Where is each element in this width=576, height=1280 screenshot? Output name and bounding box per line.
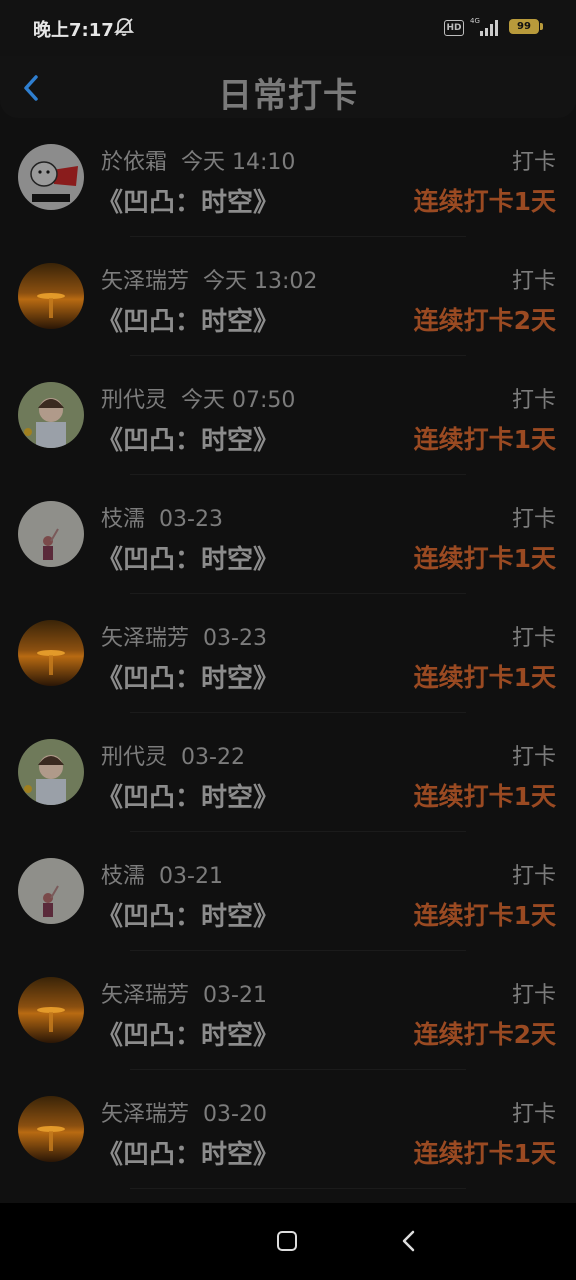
user-line: 刑代灵 03-22: [101, 739, 245, 771]
checkin-action-label: 打卡: [511, 1102, 556, 1127]
book-title: 《凹凸：时空》: [97, 783, 280, 813]
user-name[interactable]: 枝濡: [101, 507, 145, 532]
user-name[interactable]: 刑代灵: [101, 745, 167, 770]
list-item[interactable]: 刑代灵 03-22 《凹凸：时空》 打卡连续打卡1天: [0, 713, 576, 832]
avatar[interactable]: [18, 382, 84, 448]
home-button[interactable]: [277, 1231, 297, 1251]
checkin-time: 今天 14:10: [181, 150, 296, 175]
avatar[interactable]: [18, 501, 84, 567]
battery-tip: [540, 23, 543, 30]
user-line: 刑代灵 今天 07:50: [101, 382, 295, 414]
list-item[interactable]: 矢泽瑞芳 03-21 《凹凸：时空》 打卡连续打卡2天: [0, 951, 576, 1070]
list-item[interactable]: 枝濡 03-23 《凹凸：时空》 打卡连续打卡1天: [0, 475, 576, 594]
page-title: 日常打卡: [218, 76, 358, 116]
hd-icon: HD: [444, 20, 464, 36]
checkin-action-label: 打卡: [511, 626, 556, 651]
checkin-time: 03-23: [203, 626, 267, 651]
user-line: 矢泽瑞芳 03-21: [101, 977, 267, 1009]
book-title: 《凹凸：时空》: [97, 426, 280, 456]
status-time: 晚上7:17: [33, 20, 114, 41]
checkin-action-label: 打卡: [511, 745, 556, 770]
user-line: 於依霜 今天 14:10: [101, 144, 295, 176]
streak-label: 连续打卡1天: [413, 1139, 556, 1168]
system-nav-bar: [0, 1203, 576, 1280]
checkin-time: 03-21: [159, 864, 223, 889]
status-bar: 晚上7:17 HD 4G 99: [0, 0, 576, 56]
list-item[interactable]: 矢泽瑞芳 03-20 《凹凸：时空》 打卡连续打卡1天: [0, 1070, 576, 1189]
checkin-time: 03-23: [159, 507, 223, 532]
book-title: 《凹凸：时空》: [97, 545, 280, 575]
checkin-action-label: 打卡: [511, 864, 556, 889]
avatar[interactable]: [18, 739, 84, 805]
user-line: 矢泽瑞芳 03-23: [101, 620, 267, 652]
book-title: 《凹凸：时空》: [97, 1140, 280, 1170]
list-item[interactable]: 矢泽瑞芳 今天 13:02 《凹凸：时空》 打卡连续打卡2天: [0, 237, 576, 356]
avatar[interactable]: [18, 977, 84, 1043]
avatar[interactable]: [18, 620, 84, 686]
bell-muted-icon: [113, 18, 135, 36]
streak-label: 连续打卡1天: [413, 663, 556, 692]
checkin-time: 03-21: [203, 983, 267, 1008]
user-name[interactable]: 矢泽瑞芳: [101, 269, 189, 294]
checkin-action-label: 打卡: [511, 150, 556, 175]
book-title: 《凹凸：时空》: [97, 188, 280, 218]
book-title: 《凹凸：时空》: [97, 307, 280, 337]
system-back-icon[interactable]: [398, 1229, 420, 1253]
checkin-time: 03-20: [203, 1102, 267, 1127]
checkin-time: 今天 13:02: [203, 269, 318, 294]
list-item[interactable]: 於依霜 今天 14:10 《凹凸：时空》 打卡连续打卡1天: [0, 118, 576, 237]
user-name[interactable]: 矢泽瑞芳: [101, 983, 189, 1008]
user-name[interactable]: 刑代灵: [101, 388, 167, 413]
header: 日常打卡: [0, 56, 576, 118]
checkin-action-label: 打卡: [511, 269, 556, 294]
user-line: 枝濡 03-21: [101, 858, 223, 890]
checkin-action-label: 打卡: [511, 983, 556, 1008]
checkin-action-label: 打卡: [511, 388, 556, 413]
user-name[interactable]: 於依霜: [101, 150, 167, 175]
user-line: 矢泽瑞芳 今天 13:02: [101, 263, 317, 295]
battery-icon: 99: [509, 19, 539, 34]
checkin-list: 於依霜 今天 14:10 《凹凸：时空》 打卡 连续打卡1天 矢泽瑞芳 今天 13:02 《凹…: [0, 118, 576, 1189]
user-line: 矢泽瑞芳 03-20: [101, 1096, 267, 1128]
list-item[interactable]: 枝濡 03-21 《凹凸：时空》 打卡连续打卡1天: [0, 832, 576, 951]
book-title: 《凹凸：时空》: [97, 1021, 280, 1051]
network-label: 4G: [470, 17, 480, 25]
divider: [130, 1188, 466, 1189]
avatar[interactable]: [18, 1096, 84, 1162]
streak-label: 连续打卡1天: [413, 782, 556, 811]
streak-label: 连续打卡1天: [413, 187, 556, 216]
list-item[interactable]: 刑代灵 今天 07:50 《凹凸：时空》 打卡连续打卡1天: [0, 356, 576, 475]
avatar[interactable]: [18, 263, 84, 329]
signal-icon: 4G: [470, 17, 498, 36]
streak-label: 连续打卡1天: [413, 425, 556, 454]
checkin-time: 今天 07:50: [181, 388, 296, 413]
user-name[interactable]: 矢泽瑞芳: [101, 1102, 189, 1127]
avatar[interactable]: [18, 144, 84, 210]
user-name[interactable]: 矢泽瑞芳: [101, 626, 189, 651]
avatar[interactable]: [18, 858, 84, 924]
book-title: 《凹凸：时空》: [97, 664, 280, 694]
book-title: 《凹凸：时空》: [97, 902, 280, 932]
streak-label: 连续打卡1天: [413, 901, 556, 930]
streak-label: 连续打卡2天: [413, 1020, 556, 1049]
checkin-action-label: 打卡: [511, 507, 556, 532]
streak-label: 连续打卡2天: [413, 306, 556, 335]
user-name[interactable]: 枝濡: [101, 864, 145, 889]
list-item[interactable]: 矢泽瑞芳 03-23 《凹凸：时空》 打卡连续打卡1天: [0, 594, 576, 713]
user-line: 枝濡 03-23: [101, 501, 223, 533]
streak-label: 连续打卡1天: [413, 544, 556, 573]
checkin-time: 03-22: [181, 745, 245, 770]
